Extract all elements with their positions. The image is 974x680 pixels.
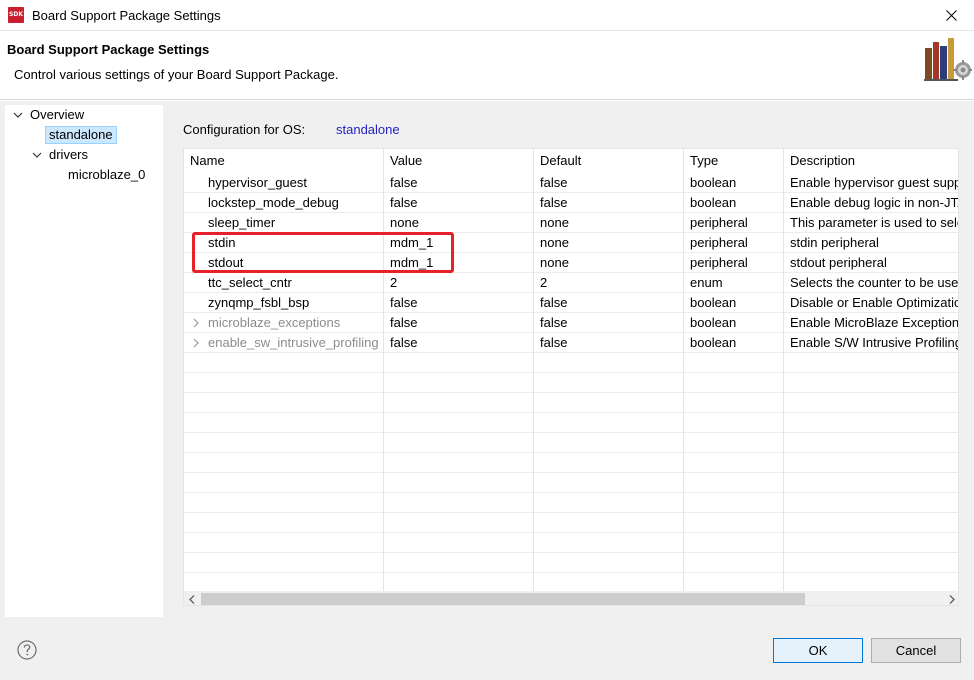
empty-row — [184, 433, 958, 453]
cell-type: boolean — [684, 333, 784, 353]
window-title: Board Support Package Settings — [32, 8, 221, 23]
table-row[interactable]: hypervisor_guest false false boolean Ena… — [184, 173, 958, 193]
cell-value[interactable]: false — [384, 173, 534, 193]
cell-type: boolean — [684, 173, 784, 193]
cell-description: Enable hypervisor guest support — [784, 173, 958, 193]
cell-type: boolean — [684, 313, 784, 333]
cell-default: false — [534, 333, 684, 353]
tree-label-microblaze: microblaze_0 — [68, 167, 146, 182]
dialog-footer: OK Cancel — [0, 621, 974, 680]
settings-panel: Configuration for OS: standalone Name Va… — [183, 115, 959, 606]
cell-value[interactable]: false — [384, 293, 534, 313]
cell-name: hypervisor_guest — [184, 173, 384, 193]
cell-default: 2 — [534, 273, 684, 293]
empty-row — [184, 513, 958, 533]
cancel-button[interactable]: Cancel — [871, 638, 961, 663]
scrollbar-thumb[interactable] — [201, 593, 805, 605]
cell-type: enum — [684, 273, 784, 293]
column-header-type[interactable]: Type — [684, 149, 784, 173]
cell-type: peripheral — [684, 213, 784, 233]
cell-description: Disable or Enable Optimization — [784, 293, 958, 313]
chevron-down-icon[interactable] — [13, 110, 23, 120]
header-description: Control various settings of your Board S… — [14, 67, 339, 82]
cell-default: none — [534, 233, 684, 253]
cell-description: stdin peripheral — [784, 233, 958, 253]
chevron-left-icon — [189, 594, 195, 604]
chevron-right-icon — [949, 594, 955, 604]
cell-description: Enable S/W Intrusive Profiling — [784, 333, 958, 353]
cell-name: microblaze_exceptions — [184, 313, 384, 333]
cell-name: enable_sw_intrusive_profiling — [184, 333, 384, 353]
horizontal-scrollbar[interactable] — [184, 591, 958, 605]
cell-value[interactable]: none — [384, 213, 534, 233]
help-icon[interactable] — [17, 640, 37, 660]
cell-default: false — [534, 173, 684, 193]
cell-default: none — [534, 253, 684, 273]
cell-name: zynqmp_fsbl_bsp — [184, 293, 384, 313]
empty-row — [184, 373, 958, 393]
sdk-app-icon: SDK — [8, 7, 24, 23]
cell-default: false — [534, 293, 684, 313]
table-row[interactable]: microblaze_exceptions false false boolea… — [184, 313, 958, 333]
cell-value[interactable]: false — [384, 193, 534, 213]
cell-type: boolean — [684, 193, 784, 213]
cell-name: lockstep_mode_debug — [184, 193, 384, 213]
empty-row — [184, 413, 958, 433]
config-os-value: standalone — [336, 122, 400, 137]
cell-name: sleep_timer — [184, 213, 384, 233]
tree-label-standalone: standalone — [45, 126, 117, 144]
empty-row — [184, 493, 958, 513]
empty-row — [184, 453, 958, 473]
cell-type: boolean — [684, 293, 784, 313]
column-header-description[interactable]: Description — [784, 149, 958, 173]
tree-label-overview: Overview — [30, 107, 85, 122]
cell-type: peripheral — [684, 233, 784, 253]
cell-value[interactable]: 2 — [384, 273, 534, 293]
table-row[interactable]: zynqmp_fsbl_bsp false false boolean Disa… — [184, 293, 958, 313]
cell-default: false — [534, 313, 684, 333]
close-button[interactable] — [928, 0, 974, 31]
table-header: Name Value Default Type Description — [184, 149, 958, 173]
tree-label-drivers: drivers — [49, 147, 89, 162]
cell-default: none — [534, 213, 684, 233]
cell-description: Enable MicroBlaze Exceptions — [784, 313, 958, 333]
table-row[interactable]: enable_sw_intrusive_profiling false fals… — [184, 333, 958, 353]
column-header-default[interactable]: Default — [534, 149, 684, 173]
table-row[interactable]: lockstep_mode_debug false false boolean … — [184, 193, 958, 213]
header-title: Board Support Package Settings — [7, 42, 210, 57]
config-os-label: Configuration for OS: — [183, 122, 306, 137]
scroll-right-button[interactable] — [944, 591, 958, 605]
empty-row — [184, 533, 958, 553]
empty-row — [184, 553, 958, 573]
empty-row — [184, 473, 958, 493]
scroll-left-button[interactable] — [184, 591, 200, 605]
column-header-name[interactable]: Name — [184, 149, 384, 173]
table-row[interactable]: ttc_select_cntr 2 2 enum Selects the cou… — [184, 273, 958, 293]
empty-row — [184, 353, 958, 373]
cell-description: This parameter is used to select specifi… — [784, 213, 958, 233]
dialog-body: Overview standalone drivers microblaze_0… — [0, 101, 974, 621]
navigation-tree: Overview standalone drivers microblaze_0 — [5, 105, 163, 617]
cell-type: peripheral — [684, 253, 784, 273]
highlight-annotation — [192, 232, 454, 273]
settings-table: Name Value Default Type Description hype… — [183, 148, 959, 606]
chevron-down-icon[interactable] — [32, 150, 42, 160]
cell-value[interactable]: false — [384, 313, 534, 333]
cell-value[interactable]: false — [384, 333, 534, 353]
close-icon — [945, 10, 957, 21]
cell-description: Selects the counter to be used — [784, 273, 958, 293]
cell-description: stdout peripheral — [784, 253, 958, 273]
cell-default: false — [534, 193, 684, 213]
table-row[interactable]: sleep_timer none none peripheral This pa… — [184, 213, 958, 233]
cell-name: ttc_select_cntr — [184, 273, 384, 293]
column-header-value[interactable]: Value — [384, 149, 534, 173]
title-bar: SDK Board Support Package Settings — [0, 0, 974, 31]
dialog-header: Board Support Package Settings Control v… — [0, 32, 974, 100]
cell-description: Enable debug logic in non-JTAG boot mode — [784, 193, 958, 213]
empty-row — [184, 573, 958, 593]
ok-button[interactable]: OK — [773, 638, 863, 663]
books-settings-icon — [924, 38, 972, 81]
empty-row — [184, 393, 958, 413]
